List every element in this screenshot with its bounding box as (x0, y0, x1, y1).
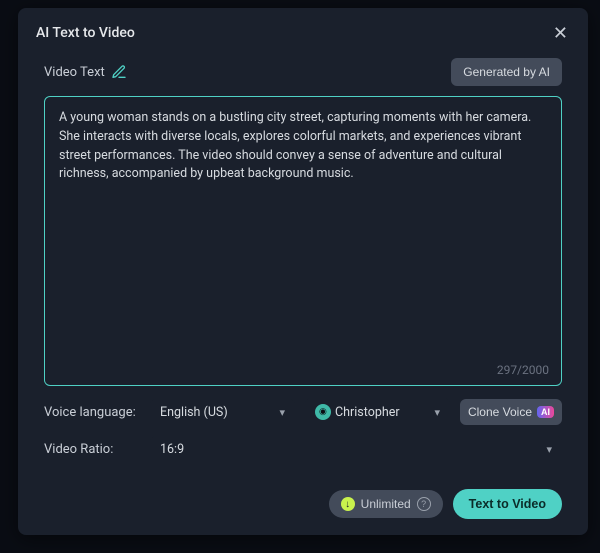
text-to-video-button[interactable]: Text to Video (453, 489, 562, 519)
ai-badge: AI (537, 406, 554, 418)
chevron-down-icon: ▾ (434, 406, 440, 419)
chevron-down-icon: ▾ (546, 443, 552, 456)
unlimited-button[interactable]: ↓ Unlimited ? (329, 490, 443, 518)
video-ratio-row: Video Ratio: 16:9 ▾ (44, 436, 562, 463)
video-ratio-value: 16:9 (160, 442, 184, 457)
unlimited-icon: ↓ (341, 497, 355, 511)
modal-header: AI Text to Video ✕ (18, 8, 588, 54)
close-icon: ✕ (553, 23, 568, 43)
video-text-row: Video Text Generated by AI (44, 58, 562, 86)
char-count: 297/2000 (497, 363, 549, 377)
prompt-textarea-wrap: 297/2000 (44, 96, 562, 386)
clone-voice-label: Clone Voice (468, 405, 532, 419)
voice-name: Christopher (335, 405, 400, 420)
edit-icon (111, 64, 127, 80)
unlimited-label: Unlimited (361, 497, 411, 511)
voice-language-value: English (US) (160, 405, 228, 420)
clone-voice-button[interactable]: Clone Voice AI (460, 399, 562, 425)
close-button[interactable]: ✕ (549, 22, 572, 44)
voice-language-select[interactable]: English (US) ▾ (150, 399, 295, 426)
voice-row: Voice language: English (US) ▾ ◉ Christo… (44, 398, 562, 426)
modal-title: AI Text to Video (36, 25, 135, 41)
video-ratio-label: Video Ratio: (44, 442, 140, 457)
generated-by-ai-button[interactable]: Generated by AI (451, 58, 562, 86)
video-text-label-group: Video Text (44, 64, 127, 80)
voice-select[interactable]: ◉ Christopher ▾ (305, 398, 450, 426)
help-icon: ? (417, 497, 431, 511)
video-ratio-select[interactable]: 16:9 ▾ (150, 436, 562, 463)
prompt-textarea[interactable] (59, 109, 547, 373)
ai-text-to-video-modal: AI Text to Video ✕ Video Text Generated … (18, 8, 588, 535)
voice-avatar-icon: ◉ (315, 404, 331, 420)
modal-footer: ↓ Unlimited ? Text to Video (18, 489, 588, 535)
chevron-down-icon: ▾ (279, 406, 285, 419)
voice-language-label: Voice language: (44, 405, 140, 420)
voice-select-left: ◉ Christopher (315, 404, 400, 420)
modal-body: Video Text Generated by AI 297/2000 Voic… (18, 54, 588, 489)
video-text-label: Video Text (44, 65, 105, 80)
